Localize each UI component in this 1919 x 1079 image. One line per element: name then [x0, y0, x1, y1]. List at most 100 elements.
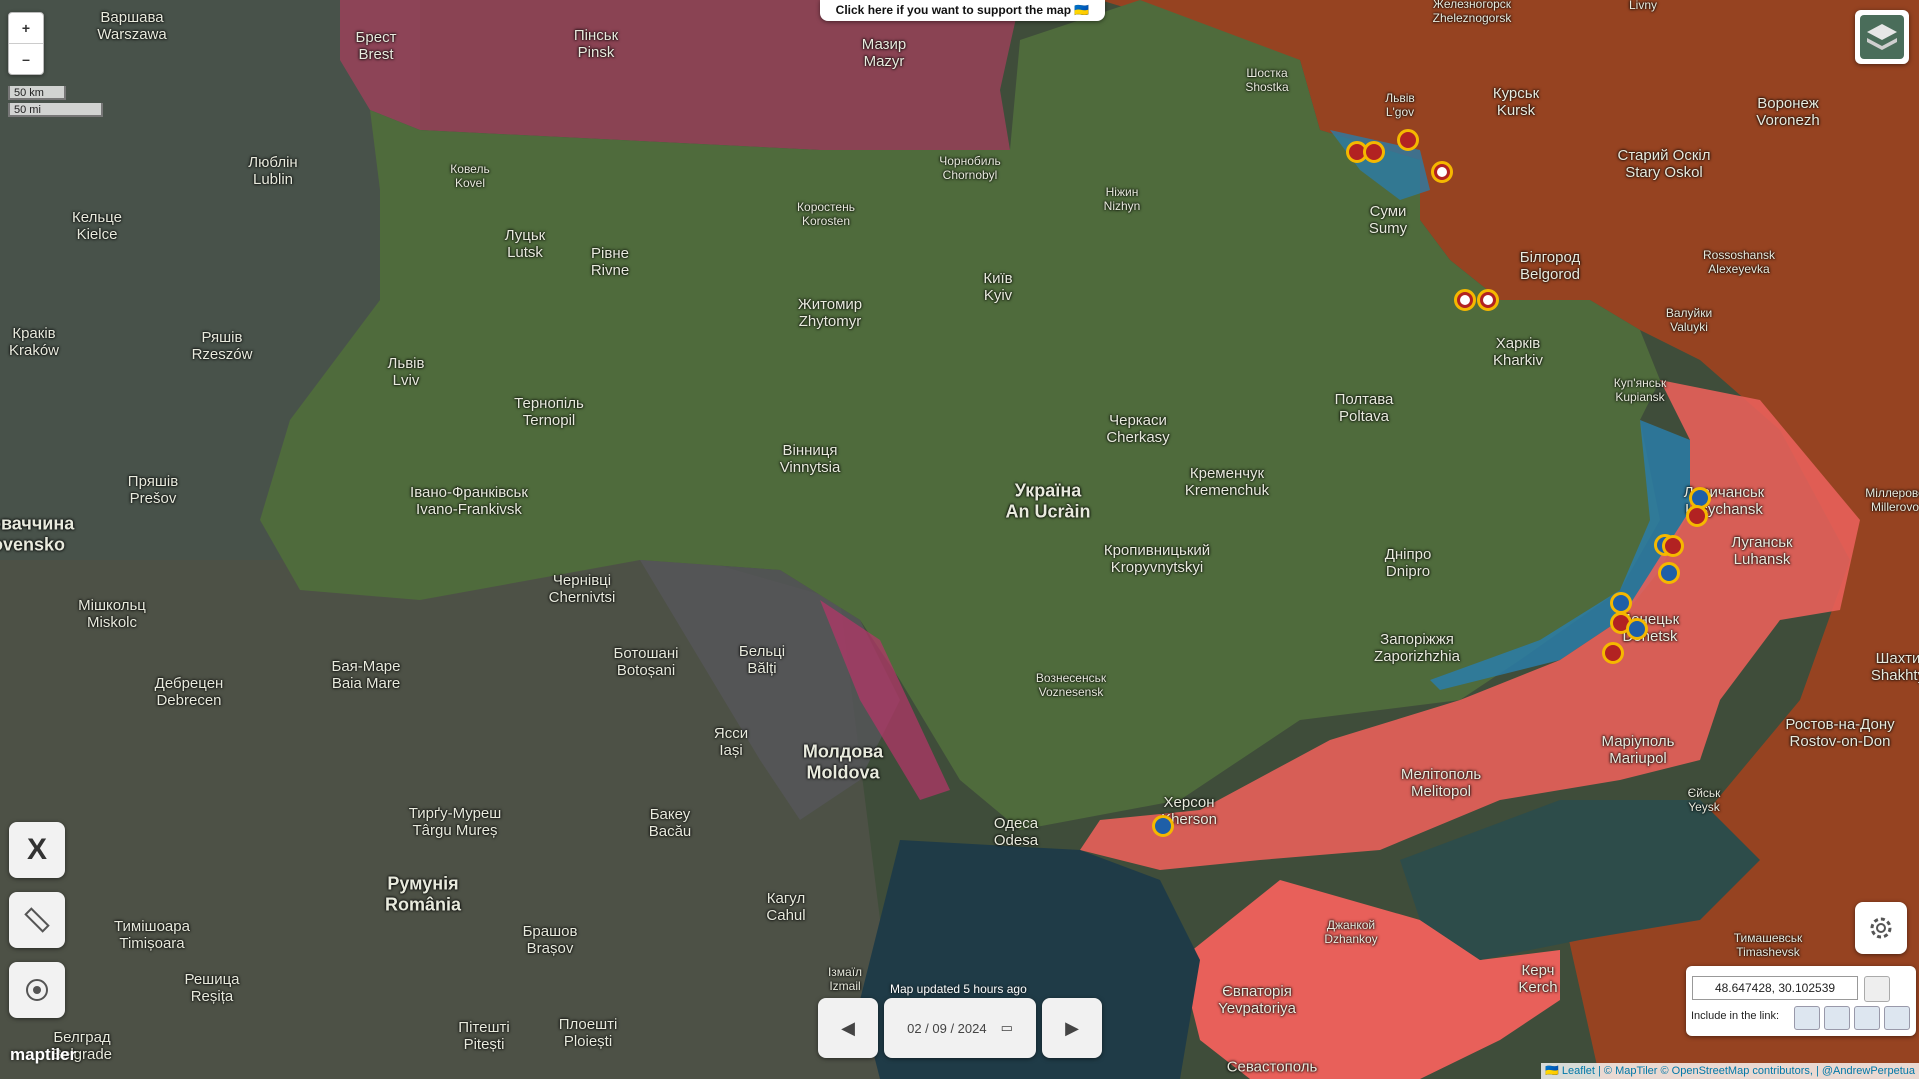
gear-icon [1870, 917, 1892, 939]
place-label: Мішкольц Miskolc [78, 596, 146, 631]
place-label: Кагул Cahul [766, 889, 806, 924]
event-marker[interactable] [1658, 562, 1680, 584]
place-label: Тернопіль Ternopil [514, 394, 584, 429]
event-marker[interactable] [1477, 289, 1499, 311]
next-icon: ▶ [1065, 1017, 1079, 1038]
maptiler-logo: maptiler [10, 1045, 77, 1064]
place-label: Брашов Brașov [522, 922, 578, 957]
attribution: 🇺🇦 Leaflet | © MapTiler © OpenStreetMap … [1541, 1063, 1919, 1079]
place-label: Пітешті Pitești [458, 1018, 510, 1053]
place-label: Житомир Zhytomyr [797, 295, 863, 330]
place-label: Валуйки Valuyki [1665, 306, 1713, 334]
place-label: Мелітополь Melitopol [1400, 765, 1482, 800]
event-marker[interactable] [1686, 505, 1708, 527]
prev-icon: ◀ [841, 1017, 855, 1038]
include-zoom-toggle[interactable] [1854, 1006, 1880, 1030]
place-label: Єйськ Yeysk [1687, 786, 1721, 814]
place-label: Дніпро Dnipro [1384, 545, 1432, 580]
place-label: Харків Kharkiv [1492, 334, 1544, 369]
event-marker[interactable] [1602, 642, 1624, 664]
place-label: Решица Reșița [184, 970, 240, 1005]
place-label: Євпаторія Yevpatoriya [1218, 982, 1296, 1017]
event-marker[interactable] [1397, 129, 1419, 151]
place-label: Ясси Iași [713, 724, 749, 759]
place-label: Полтава Poltava [1334, 390, 1394, 425]
zoom-in-button[interactable]: + [9, 13, 43, 44]
place-label: Тимашевськ Timashevsk [1733, 931, 1803, 959]
place-label: Кельце Kielce [72, 208, 122, 243]
place-label: Севастополь [1226, 1058, 1318, 1076]
scale-km: 50 km [8, 86, 66, 100]
place-label: Livny [1628, 0, 1658, 13]
place-label: Шостка Shostka [1245, 66, 1289, 94]
place-label: Запоріжжя Zaporizhzhia [1374, 630, 1460, 665]
place-label: Черкаси Cherkasy [1106, 411, 1170, 446]
support-banner[interactable]: Click here if you want to support the ma… [820, 0, 1105, 21]
place-label: Ізмаїл Izmail [827, 965, 863, 993]
event-marker[interactable] [1431, 161, 1453, 183]
x-logo-icon: X [26, 833, 47, 866]
place-label: Коростень Korosten [797, 200, 855, 228]
event-marker[interactable] [1454, 289, 1476, 311]
layers-icon [1860, 15, 1904, 59]
place-label: Румунія România [384, 873, 462, 914]
settings-button[interactable] [1855, 902, 1907, 954]
event-marker[interactable] [1610, 592, 1632, 614]
event-marker[interactable] [1626, 618, 1648, 640]
place-label: Старий Оскіл Stary Oskol [1617, 146, 1711, 181]
place-label: Ростов-на-Дону Rostov-on-Don [1785, 715, 1895, 750]
next-day-button[interactable]: ▶ [1042, 998, 1102, 1058]
place-label: Пряшів Prešov [127, 472, 179, 507]
place-label: Джанкой Dzhankoy [1324, 918, 1378, 946]
place-label: Київ Kyiv [983, 269, 1013, 304]
place-label: Варшава Warszawa [97, 8, 167, 43]
place-label: Україна An Ucràin [1005, 480, 1091, 521]
copy-icon[interactable] [1864, 976, 1890, 1002]
place-label: Львів Lviv [387, 354, 425, 389]
place-label: Курськ Kursk [1492, 84, 1540, 119]
place-label: Железногорск Zheleznogorsk [1432, 0, 1512, 25]
ruler-button[interactable] [9, 892, 65, 948]
event-marker[interactable] [1363, 141, 1385, 163]
zoom-control: + – [8, 12, 44, 75]
place-label: Чорнобиль Chornobyl [939, 154, 1001, 182]
locate-button[interactable] [9, 962, 65, 1018]
place-label: Люблін Lublin [248, 153, 298, 188]
layers-button[interactable] [1855, 10, 1909, 64]
ruler-icon [24, 907, 50, 933]
place-label: ШахтиShakhty [1870, 649, 1919, 684]
place-label: Рівне Rivne [590, 244, 630, 279]
place-label: Тимішоара Timișoara [114, 917, 190, 952]
event-marker[interactable] [1662, 535, 1684, 557]
belarus-region [340, 0, 1020, 150]
place-label: Ряшів Rzeszów [191, 328, 253, 363]
include-date-toggle[interactable] [1794, 1006, 1820, 1030]
place-label: Дебрецен Debrecen [154, 674, 224, 709]
place-label: Куп'янськ Kupiansk [1613, 376, 1667, 404]
place-label: Плоешті Ploiești [558, 1015, 618, 1050]
place-label: Маріуполь Mariupol [1601, 732, 1675, 767]
map-updated: Map updated 5 hours ago [890, 982, 1027, 996]
x-share-button[interactable]: X [9, 822, 65, 878]
zoom-out-button[interactable]: – [9, 44, 43, 74]
event-marker[interactable] [1152, 815, 1174, 837]
place-label: Луганськ Luhansk [1731, 533, 1793, 568]
place-label: Одеса Odesa [993, 814, 1039, 849]
place-label: Бакеу Bacău [648, 805, 692, 840]
date-field[interactable]: 02 / 09 / 2024 ▭ [884, 998, 1036, 1058]
place-label: Чернівці Chernivtsi [548, 571, 616, 606]
place-label: Брест Brest [355, 28, 397, 63]
include-layer-toggle[interactable] [1824, 1006, 1850, 1030]
coordinates-field[interactable]: 48.647428, 30.102539 [1692, 976, 1858, 1000]
include-label: Include in the link: [1691, 1010, 1780, 1022]
place-label: Ковель Kovel [450, 162, 490, 190]
calendar-icon: ▭ [1000, 1020, 1013, 1035]
place-label: Вінниця Vinnytsia [779, 441, 841, 476]
date-value: 02 / 09 / 2024 [907, 1020, 987, 1036]
place-label: Rossoshansk Alexeyevka [1702, 248, 1776, 276]
target-icon [26, 979, 48, 1001]
place-label: Ніжин Nizhyn [1103, 185, 1141, 213]
include-position-toggle[interactable] [1884, 1006, 1910, 1030]
place-label: Луцьк Lutsk [504, 226, 546, 261]
prev-day-button[interactable]: ◀ [818, 998, 878, 1058]
